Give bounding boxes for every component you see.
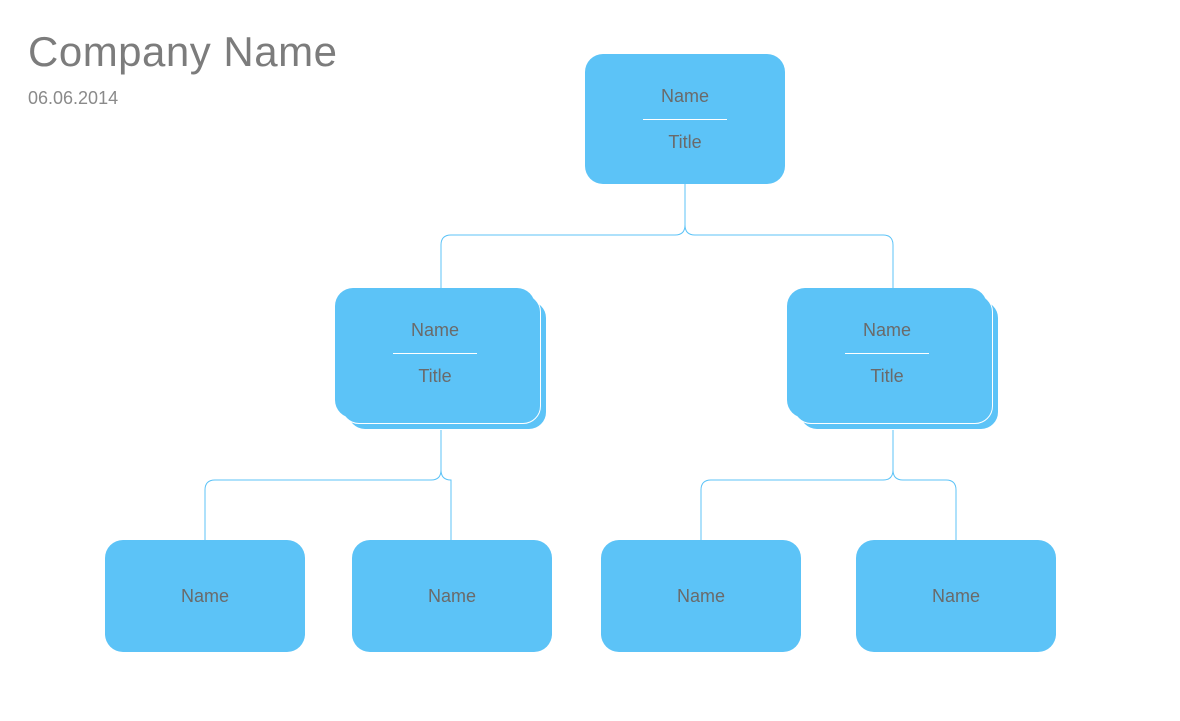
org-node-leaf: Name xyxy=(352,540,552,652)
node-name: Name xyxy=(411,320,459,341)
org-node-leaf: Name xyxy=(601,540,801,652)
node-divider xyxy=(845,353,929,354)
node-title: Title xyxy=(418,366,451,387)
node-name: Name xyxy=(661,86,709,107)
stack-front: Name Title xyxy=(335,288,535,418)
node-name: Name xyxy=(863,320,911,341)
node-name: Name xyxy=(181,586,229,607)
node-title: Title xyxy=(870,366,903,387)
org-node-root: Name Title xyxy=(585,54,785,184)
node-name: Name xyxy=(428,586,476,607)
node-divider xyxy=(393,353,477,354)
org-node-leaf: Name xyxy=(105,540,305,652)
org-node-leaf: Name xyxy=(856,540,1056,652)
org-chart: Name Title Name Title Name Title Name Na… xyxy=(0,0,1180,721)
node-divider xyxy=(643,119,727,120)
node-name: Name xyxy=(932,586,980,607)
node-name: Name xyxy=(677,586,725,607)
org-node-group-left: Name Title xyxy=(335,288,547,430)
node-title: Title xyxy=(668,132,701,153)
org-node-group-right: Name Title xyxy=(787,288,999,430)
stack-front: Name Title xyxy=(787,288,987,418)
